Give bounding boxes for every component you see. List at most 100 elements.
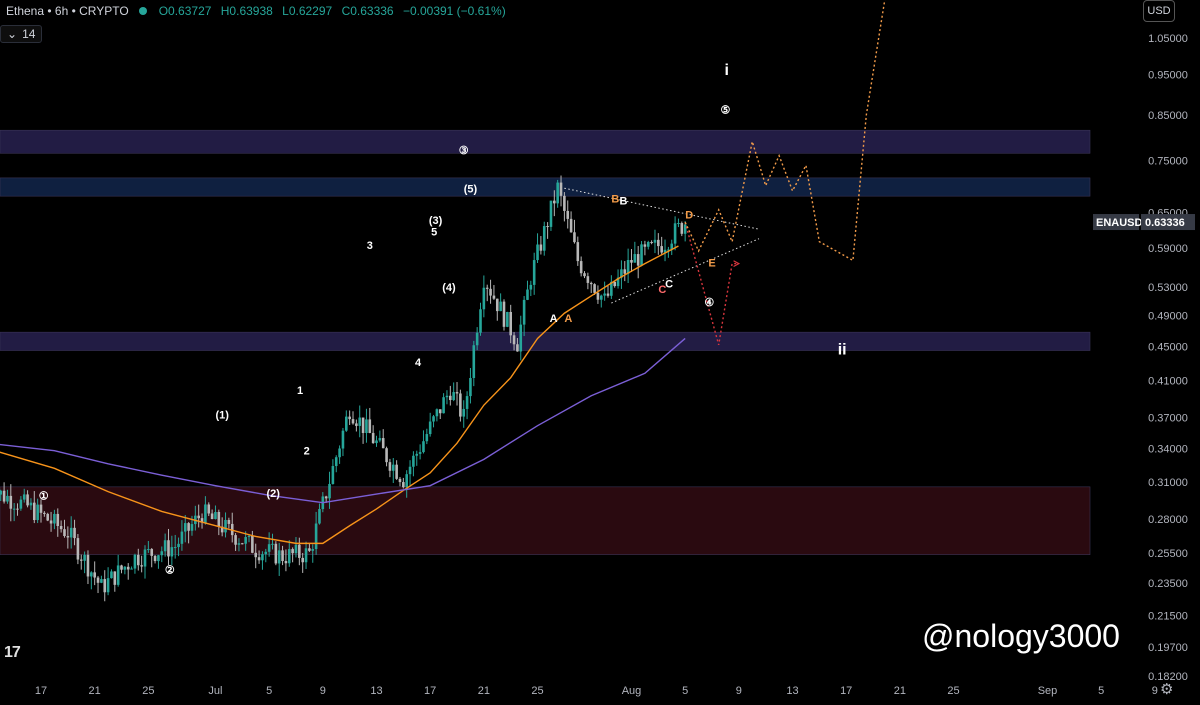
wave-label: 4 [415, 357, 422, 369]
candle-body [378, 438, 382, 441]
candle-body [26, 494, 29, 506]
time-tick-label: Sep [1038, 685, 1058, 697]
time-tick-label: 5 [1098, 685, 1104, 697]
candle-body [432, 416, 435, 422]
candle-body [633, 254, 637, 263]
candle-body [398, 478, 402, 483]
indicators-toggle-button[interactable]: ⌄ 14 [0, 25, 43, 43]
candle-body [110, 571, 113, 579]
close-value: C0.63336 [341, 4, 394, 18]
candle-body [348, 416, 351, 420]
wave-label: 1 [297, 385, 303, 397]
projection-red-path [684, 222, 739, 346]
candle-body [237, 543, 241, 545]
candle-body [210, 513, 214, 520]
gear-icon[interactable]: ⚙ [1160, 680, 1173, 698]
candle-body [120, 565, 123, 570]
price-chart[interactable]: ① ② ③ ④ ⑤ (1) (2) (3) (4) (5) 1 2 3 4 5 A A B B C C D Ei ii 1.0… [0, 0, 1200, 700]
candle-body [442, 397, 445, 414]
price-badge-value: 0.63336 [1145, 217, 1185, 229]
candle-body [12, 508, 16, 510]
candle-body [563, 195, 566, 211]
price-tick-label: 0.34000 [1148, 443, 1188, 455]
candle-body [492, 295, 496, 299]
candle-body [415, 453, 419, 456]
candle-body [449, 395, 452, 401]
candle-body [0, 490, 3, 495]
candle-body [143, 549, 147, 567]
wave-label: A [564, 313, 572, 325]
candle-body [254, 552, 258, 558]
chevron-down-icon: ⌄ [7, 27, 18, 41]
candle-body [657, 239, 660, 247]
candle-body [22, 494, 26, 500]
candle-body [472, 345, 476, 378]
candle-body [680, 223, 684, 234]
candle-body [542, 226, 546, 251]
candle-body [630, 259, 633, 263]
price-tick-label: 0.23500 [1148, 578, 1188, 590]
tradingview-logo-icon[interactable]: 17 [4, 644, 21, 662]
candle-body [479, 309, 482, 333]
candle-body [251, 535, 254, 553]
candle-body [405, 474, 408, 488]
price-tick-label: 0.45000 [1148, 341, 1188, 353]
candle-body [63, 529, 66, 537]
candle-body [586, 276, 590, 283]
candle-body [596, 292, 600, 300]
candle-body [603, 293, 606, 296]
candle-body [556, 182, 559, 204]
candle-body [247, 535, 251, 538]
wave-label: 2 [304, 446, 310, 458]
ohlc-values: O0.63727 H0.63938 L0.62297 C0.63336 −0.0… [159, 4, 512, 18]
currency-button[interactable]: USD [1143, 0, 1175, 22]
price-tick-label: 0.85000 [1148, 110, 1188, 122]
candle-body [79, 559, 83, 561]
candle-body [46, 513, 50, 521]
candle-body [499, 301, 502, 312]
symbol-title[interactable]: Ethena • 6h • CRYPTO [6, 4, 129, 18]
candle-body [187, 523, 190, 531]
candle-body [546, 226, 549, 228]
candle-body [197, 515, 200, 519]
candle-body [304, 548, 308, 563]
wave-label: ii [838, 342, 847, 359]
candle-body [593, 284, 596, 293]
time-tick-label: 17 [840, 685, 852, 697]
price-tick-label: 0.21500 [1148, 610, 1188, 622]
candle-body [298, 544, 301, 558]
zones-layer [0, 129, 1091, 555]
candle-body [96, 577, 100, 583]
candle-body [244, 537, 247, 544]
candle-body [100, 579, 103, 583]
candle-body [522, 299, 526, 325]
time-tick-label: Jul [208, 685, 222, 697]
price-tick-label: 0.41000 [1148, 375, 1188, 387]
time-tick-label: 21 [89, 685, 101, 697]
candle-body [83, 554, 86, 561]
candle-body [173, 547, 177, 549]
candle-body [287, 549, 291, 564]
candle-body [455, 392, 459, 394]
candle-body [136, 554, 140, 566]
candle-body [157, 555, 160, 562]
candle-body [56, 513, 60, 527]
candle-body [133, 554, 137, 569]
wave-label: ③ [459, 145, 469, 157]
candle-body [549, 200, 553, 227]
candle-body [375, 440, 378, 444]
wave-label: C [665, 279, 673, 291]
candle-body [294, 544, 298, 554]
candle-body [318, 509, 321, 524]
price-tick-label: 0.75000 [1148, 155, 1188, 167]
chart-canvas[interactable]: ①②③④⑤(1)(2)(3)(4)(5)12345A AB BCCDEiii 1.0… [0, 0, 1200, 700]
candle-body [130, 568, 133, 570]
candle-body [502, 301, 506, 327]
candle-body [6, 495, 9, 502]
candle-body [59, 526, 63, 530]
candle-body [345, 416, 348, 431]
candle-body [425, 434, 429, 442]
candle-body [516, 344, 519, 352]
wave-label: (3) [429, 215, 443, 227]
wave-label: ⑤ [720, 105, 730, 117]
